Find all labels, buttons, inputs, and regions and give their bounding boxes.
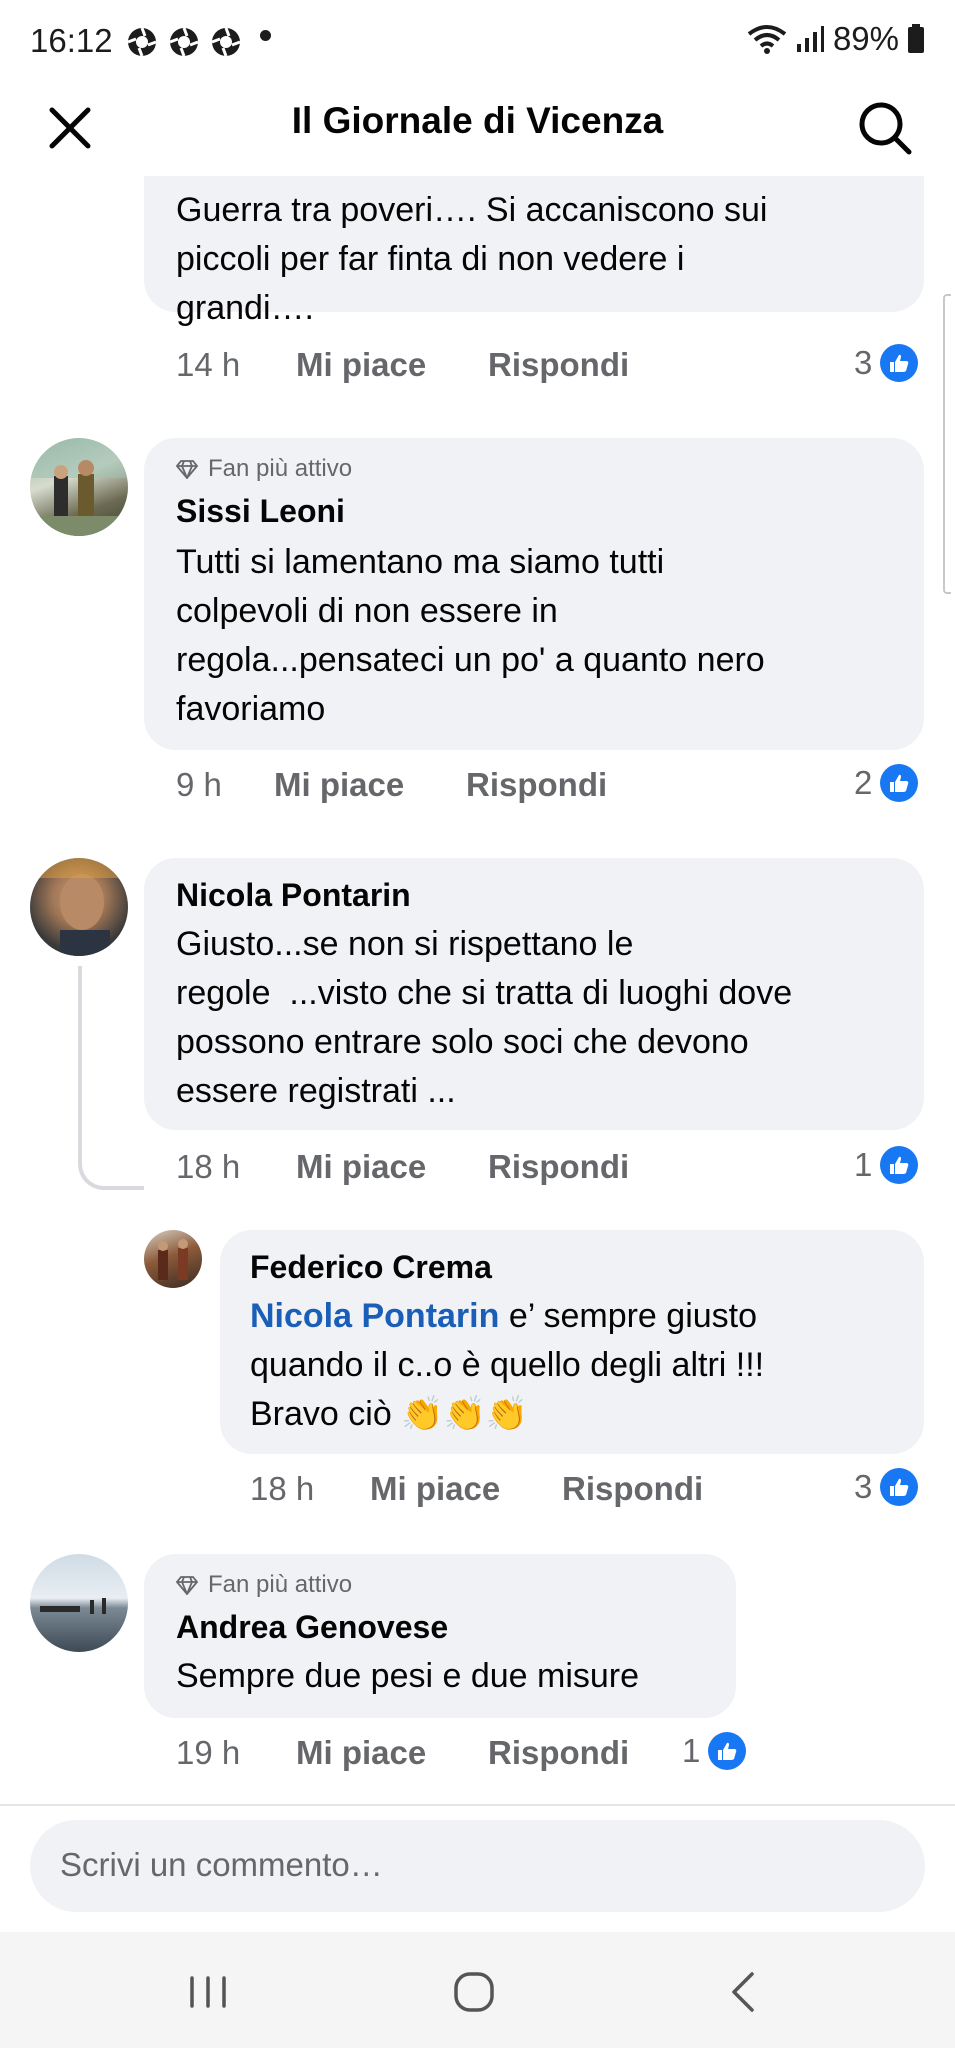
like-icon [880, 1468, 919, 1506]
author-name[interactable]: Sissi Leoni [176, 490, 345, 532]
avatar[interactable] [30, 438, 128, 536]
comment-bubble[interactable]: Nicola Pontarin Giusto...se non si rispe… [144, 858, 924, 1130]
comment-text-line: quando il c..o è quello degli altri !!! [250, 1346, 765, 1384]
like-button[interactable]: Mi piace [296, 1148, 426, 1186]
reply-button[interactable]: Rispondi [488, 1734, 629, 1772]
scroll-indicator[interactable] [943, 294, 951, 594]
like-button[interactable]: Mi piace [370, 1470, 500, 1508]
reaction-count-value: 3 [854, 1468, 873, 1505]
comment-text-segment: e’ sempre giusto [499, 1297, 758, 1335]
back-icon[interactable] [726, 1970, 760, 2014]
battery-icon [908, 24, 924, 53]
diamond-icon [176, 1576, 198, 1595]
reply-button[interactable]: Rispondi [466, 766, 607, 804]
like-button[interactable]: Mi piace [274, 766, 404, 804]
avatar[interactable] [144, 1230, 202, 1288]
reaction-count-value: 3 [854, 344, 873, 381]
comment-text-line: favoriamo [176, 690, 326, 728]
avatar[interactable] [30, 858, 128, 956]
reaction-count[interactable]: 1 [854, 1146, 919, 1184]
author-name[interactable]: Nicola Pontarin [176, 874, 411, 916]
search-icon[interactable] [855, 98, 915, 158]
app-header: Il Giornale di Vicenza [0, 88, 955, 180]
comment-text-line: possono entrare solo soci che devono [176, 1023, 749, 1061]
avatar-image [158, 1239, 188, 1280]
comment-composer[interactable]: Scrivi un commento… [30, 1820, 925, 1912]
author-name[interactable]: Andrea Genovese [176, 1606, 448, 1648]
comment-input[interactable]: Scrivi un commento… [60, 1846, 383, 1884]
comment-text-line: Tutti si lamentano ma siamo tutti [176, 543, 665, 581]
fan-badge: Fan più attivo [176, 454, 352, 484]
like-icon [880, 344, 919, 382]
comment-text-line: regole ...visto che si tratta di luoghi … [176, 974, 793, 1012]
comment-bubble[interactable]: Fan più attivo Andrea Genovese Sempre du… [144, 1554, 736, 1718]
home-icon[interactable] [452, 1970, 496, 2014]
system-nav-bar [0, 1932, 955, 2048]
page-title: Il Giornale di Vicenza [291, 100, 664, 141]
wifi-icon [747, 25, 787, 54]
reply-button[interactable]: Rispondi [488, 1148, 629, 1186]
reply-button[interactable]: Rispondi [488, 346, 629, 384]
comment-text-line: colpevoli di non essere in [176, 592, 558, 630]
author-name[interactable]: Federico Crema [250, 1246, 492, 1288]
reaction-count-value: 1 [682, 1732, 701, 1769]
system-icons: 89% [747, 20, 925, 58]
avatar[interactable] [30, 1554, 128, 1652]
comment-time: 18 h [176, 1148, 241, 1185]
shutter-icon [127, 27, 157, 57]
like-icon [880, 764, 919, 802]
fan-badge-label: Fan più attivo [208, 1571, 353, 1598]
comment-bubble[interactable]: Guerra tra poveri…. Si accaniscono sui p… [144, 176, 924, 327]
mention-link[interactable]: Nicola Pontarin [250, 1297, 499, 1335]
like-button[interactable]: Mi piace [296, 1734, 426, 1772]
battery-percentage: 89% [832, 20, 899, 57]
like-button[interactable]: Mi piace [296, 346, 426, 384]
comment-text-line: piccoli per far finta di non vedere i [176, 240, 685, 278]
reaction-count[interactable]: 3 [854, 1468, 919, 1506]
fan-badge-label: Fan più attivo [208, 455, 353, 482]
status-time: 16:12 [30, 22, 113, 59]
like-icon [880, 1146, 919, 1184]
reaction-count[interactable]: 1 [682, 1732, 747, 1770]
comment-text-line: Guerra tra poveri…. Si accaniscono sui [176, 191, 768, 229]
comment-time: 19 h [176, 1734, 241, 1771]
comment-text-line: grandi…. [176, 289, 314, 327]
reply-bubble[interactable]: Federico Crema Nicola Pontarin e’ sempre… [220, 1230, 924, 1454]
comments-feed[interactable]: Guerra tra poveri…. Si accaniscono sui p… [0, 176, 955, 1804]
notification-dot-icon [260, 30, 271, 41]
status-bar: 16:12 89% [0, 0, 955, 88]
diamond-icon [176, 460, 198, 479]
reaction-count-value: 2 [854, 764, 873, 801]
comment-text-line: Bravo ciò 👏👏👏 [250, 1395, 529, 1433]
reply-button[interactable]: Rispondi [562, 1470, 703, 1508]
fan-badge: Fan più attivo [176, 1570, 352, 1600]
reply-thread-line [78, 966, 144, 1190]
comment-text-line: regola...pensateci un po' a quanto nero [176, 641, 765, 679]
shutter-icon [169, 27, 199, 57]
avatar-image [30, 438, 128, 536]
comment-text-line: Nicola Pontarin e’ sempre giusto [250, 1292, 764, 1341]
comment-time: 9 h [176, 766, 222, 803]
comment-bubble[interactable]: Fan più attivo Sissi Leoni Tutti si lame… [144, 438, 924, 750]
comment-text-line: essere registrati ... [176, 1072, 456, 1110]
comment-text-line: Giusto...se non si rispettano le [176, 925, 634, 963]
comment-text-line: Sempre due pesi e due misure [176, 1657, 640, 1695]
notification-icons [126, 26, 242, 58]
composer-divider [0, 1804, 955, 1806]
avatar-image [30, 858, 128, 956]
signal-icon [796, 26, 824, 52]
avatar-image [40, 1598, 106, 1614]
reaction-count-value: 1 [854, 1146, 873, 1183]
recent-apps-icon[interactable] [186, 1974, 230, 2010]
comment-time: 18 h [250, 1470, 315, 1507]
reaction-count[interactable]: 2 [854, 764, 919, 802]
like-icon [708, 1732, 747, 1770]
reaction-count[interactable]: 3 [854, 344, 919, 382]
comment-time: 14 h [176, 346, 241, 383]
shutter-icon [211, 27, 241, 57]
